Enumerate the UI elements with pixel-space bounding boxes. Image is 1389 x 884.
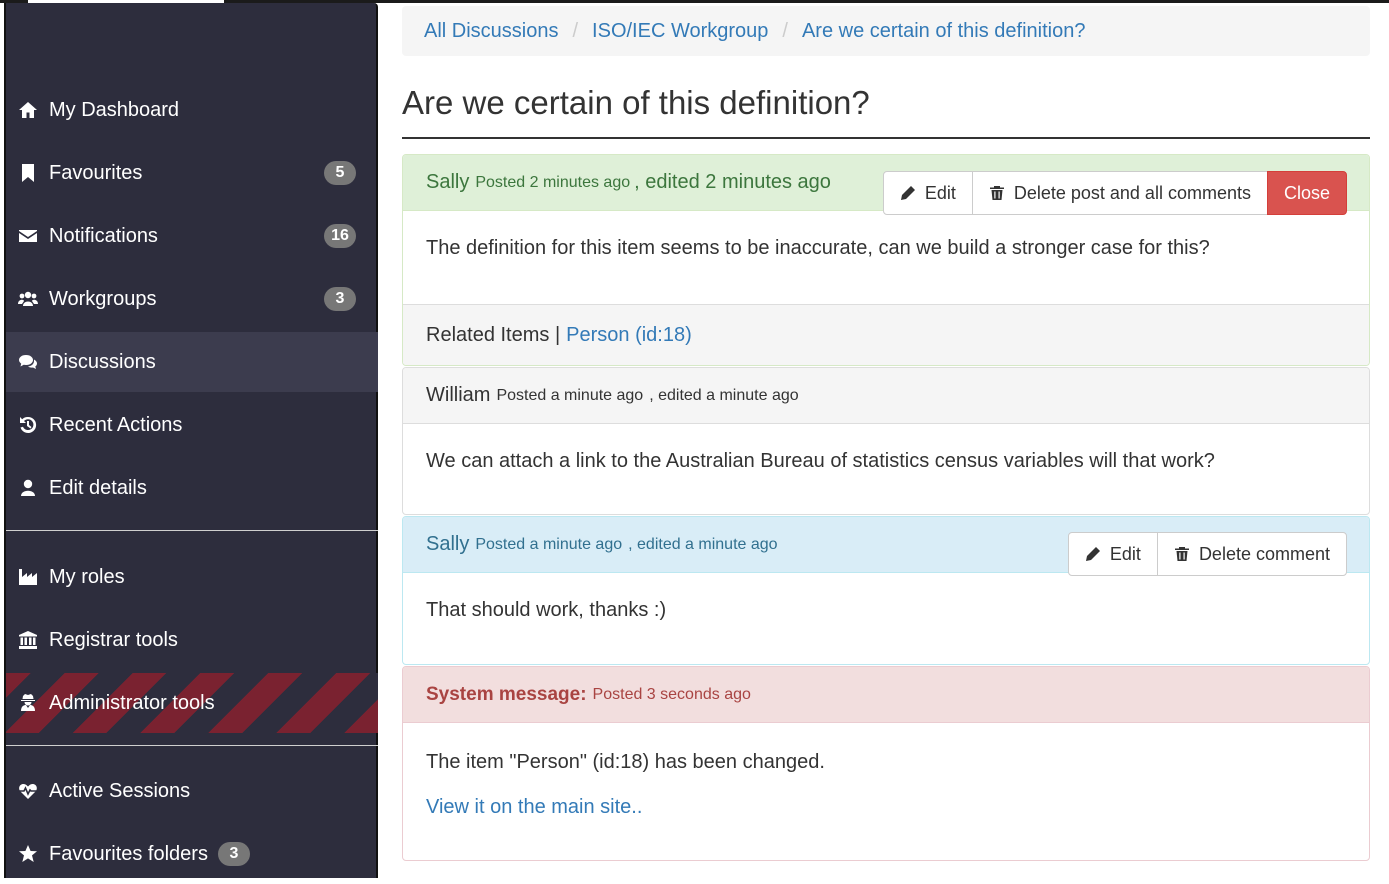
sidebar-item-edit-details[interactable]: Edit details [6,458,378,518]
trash-icon [989,186,1004,200]
comments-icon [17,352,39,372]
sidebar-item-recent-actions[interactable]: Recent Actions [6,395,378,455]
heartbeat-icon [17,781,39,801]
sidebar-item-label: My Dashboard [49,98,180,121]
sidebar-item-favourites[interactable]: Favourites 5 [6,143,378,203]
comment-header: Sally Posted a minute ago , edited a min… [403,517,1369,576]
sidebar-item-label: Favourites folders [49,842,208,865]
post-edited: , edited 2 minutes ago [634,171,831,193]
sidebar-item-label: Notifications [49,224,158,247]
close-discussion-button[interactable]: Close [1266,171,1347,215]
history-icon [17,415,39,435]
related-items-label: Related Items | [426,324,561,346]
sidebar-item-label: Active Sessions [49,779,191,802]
sidebar-divider [6,530,378,531]
sidebar-item-label: Registrar tools [49,628,178,651]
post-text: The definition for this item seems to be… [426,237,1210,259]
sidebar-item-label: Workgroups [49,287,157,310]
sidebar-item-workgroups[interactable]: Workgroups 3 [6,269,378,329]
breadcrumb-current-discussion[interactable]: Are we certain of this definition? [802,20,1086,43]
post-actions: Edit Delete post and all comments Close [882,171,1347,215]
trash-icon [1174,547,1189,561]
university-icon [17,630,39,650]
comment-timestamp: Posted a minute ago [475,535,623,553]
bookmark-icon [17,163,39,183]
pencil-icon [900,186,915,200]
post-header: Sally Posted 2 minutes ago , edited 2 mi… [403,155,1369,215]
related-items: Related Items | Person (id:18) [403,304,1369,365]
post-author: Sally [426,171,470,193]
delete-label: Delete comment [1198,543,1330,564]
comment-text: That should work, thanks :) [426,599,667,621]
related-item-link[interactable]: Person (id:18) [566,324,692,347]
sidebar-item-label: Discussions [49,350,156,373]
comment-body: That should work, thanks :) [403,573,1369,622]
sidebar-divider [6,745,378,746]
sidebar-item-notifications[interactable]: Notifications 16 [6,206,378,266]
breadcrumb-workgroup[interactable]: ISO/IEC Workgroup [592,20,768,43]
pencil-icon [1085,547,1100,561]
sidebar-item-label: Favourites [49,161,143,184]
comment-text: We can attach a link to the Australian B… [426,450,1215,472]
comment-header: William Posted a minute ago , edited a m… [403,368,1369,424]
breadcrumb-separator: / [782,19,788,42]
sidebar-item-my-roles[interactable]: My roles [6,547,378,607]
comment-timestamp: Posted a minute ago [496,386,644,404]
envelope-icon [17,226,39,246]
sidebar-item-label: My roles [49,565,125,588]
edit-comment-button[interactable]: Edit [1067,532,1158,576]
delete-label: Delete post and all comments [1013,182,1251,203]
count-badge: 5 [324,161,356,185]
edit-label: Edit [924,182,956,203]
user-icon [17,478,39,498]
breadcrumb-separator: / [572,19,579,42]
post-body: The definition for this item seems to be… [403,211,1369,260]
view-on-main-site-link[interactable]: View it on the main site.. [426,795,642,819]
industry-icon [17,567,39,587]
sidebar-item-favourites-folders[interactable]: Favourites folders 3 [6,824,378,884]
sidebar-item-label: Recent Actions [49,413,183,436]
system-message-header: System message: Posted 3 seconds ago [403,667,1369,723]
comment-edited: , edited a minute ago [649,386,799,404]
comment: Sally Posted a minute ago , edited a min… [402,516,1370,665]
comment-author: William [426,384,491,406]
count-badge: 16 [324,224,356,248]
sidebar-item-label: Edit details [49,476,147,499]
sidebar-item-discussions[interactable]: Discussions [6,332,378,392]
star-icon [17,844,39,864]
users-icon [17,289,39,309]
breadcrumb-all-discussions[interactable]: All Discussions [424,20,558,43]
user-secret-icon [17,693,39,713]
system-message-label: System message: [426,683,587,705]
post-timestamp: Posted 2 minutes ago [475,173,631,191]
comment: William Posted a minute ago , edited a m… [402,367,1370,515]
sidebar-item-administrator-tools[interactable]: Administrator tools [6,673,378,733]
comment-actions: Edit Delete comment [1067,532,1347,576]
system-message-text: The item "Person" (id:18) has been chang… [426,751,825,773]
count-badge: 3 [324,287,356,311]
sidebar: My Dashboard Favourites 5 Notifications … [4,3,378,878]
title-divider [402,137,1370,139]
sidebar-item-registrar-tools[interactable]: Registrar tools [6,610,378,670]
sidebar-item-label: Administrator tools [49,691,215,714]
page-title: Are we certain of this definition? [402,84,870,121]
discussion-post: Sally Posted 2 minutes ago , edited 2 mi… [402,154,1370,366]
system-message-body: The item "Person" (id:18) has been chang… [403,723,1369,830]
edit-label: Edit [1109,543,1141,564]
comment-body: We can attach a link to the Australian B… [403,424,1369,473]
breadcrumb: All Discussions / ISO/IEC Workgroup / Ar… [402,6,1370,56]
count-badge: 3 [217,842,250,866]
delete-comment-button[interactable]: Delete comment [1156,532,1347,576]
sidebar-item-active-sessions[interactable]: Active Sessions [6,761,378,821]
comment-author: Sally [426,533,470,555]
home-icon [17,100,39,120]
edit-post-button[interactable]: Edit [882,171,973,215]
system-message: System message: Posted 3 seconds ago The… [402,666,1370,861]
delete-post-button[interactable]: Delete post and all comments [971,171,1268,215]
sidebar-item-my-dashboard[interactable]: My Dashboard [6,80,378,140]
comment-edited: , edited a minute ago [628,535,778,553]
system-message-timestamp: Posted 3 seconds ago [592,685,751,703]
